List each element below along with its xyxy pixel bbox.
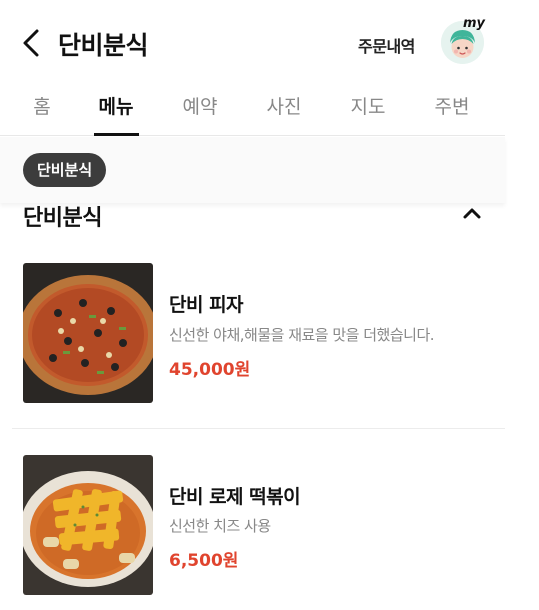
back-arrow-icon[interactable] <box>18 28 46 58</box>
menu-item-price: 6,500원 <box>169 551 239 571</box>
tab-nearby[interactable]: 주변 <box>422 92 482 119</box>
app-header: 단비분식 주문내역 my <box>0 0 539 84</box>
menu-item-description: 신선한 야채,해물을 재료을 맛을 더했습니다. <box>169 326 435 344</box>
tab-home[interactable]: 홈 <box>12 92 72 119</box>
pizza-image <box>23 263 153 403</box>
tteokbokki-image <box>23 455 153 595</box>
category-chip[interactable]: 단비분식 <box>23 153 107 187</box>
tab-map[interactable]: 지도 <box>338 92 398 119</box>
chevron-up-icon[interactable] <box>462 206 482 220</box>
tab-reservation[interactable]: 예약 <box>170 92 230 119</box>
avatar-badge: my <box>463 16 486 31</box>
tab-menu[interactable]: 메뉴 <box>86 92 146 119</box>
tab-bar: 홈 메뉴 예약 사진 지도 주변 <box>0 84 505 136</box>
tab-photos[interactable]: 사진 <box>254 92 314 119</box>
menu-item-name: 단비 로제 떡볶이 <box>169 486 301 508</box>
menu-item-description: 신선한 치즈 사용 <box>169 517 271 535</box>
menu-item-price: 45,000원 <box>169 360 251 380</box>
active-tab-indicator <box>94 133 139 136</box>
section-title: 단비분식 <box>23 206 102 231</box>
order-history-link[interactable]: 주문내역 <box>358 33 415 57</box>
category-chip-bar: 단비분식 <box>0 137 505 203</box>
menu-item-name: 단비 피자 <box>169 294 244 316</box>
divider <box>12 428 505 429</box>
page-title: 단비분식 <box>58 31 149 60</box>
